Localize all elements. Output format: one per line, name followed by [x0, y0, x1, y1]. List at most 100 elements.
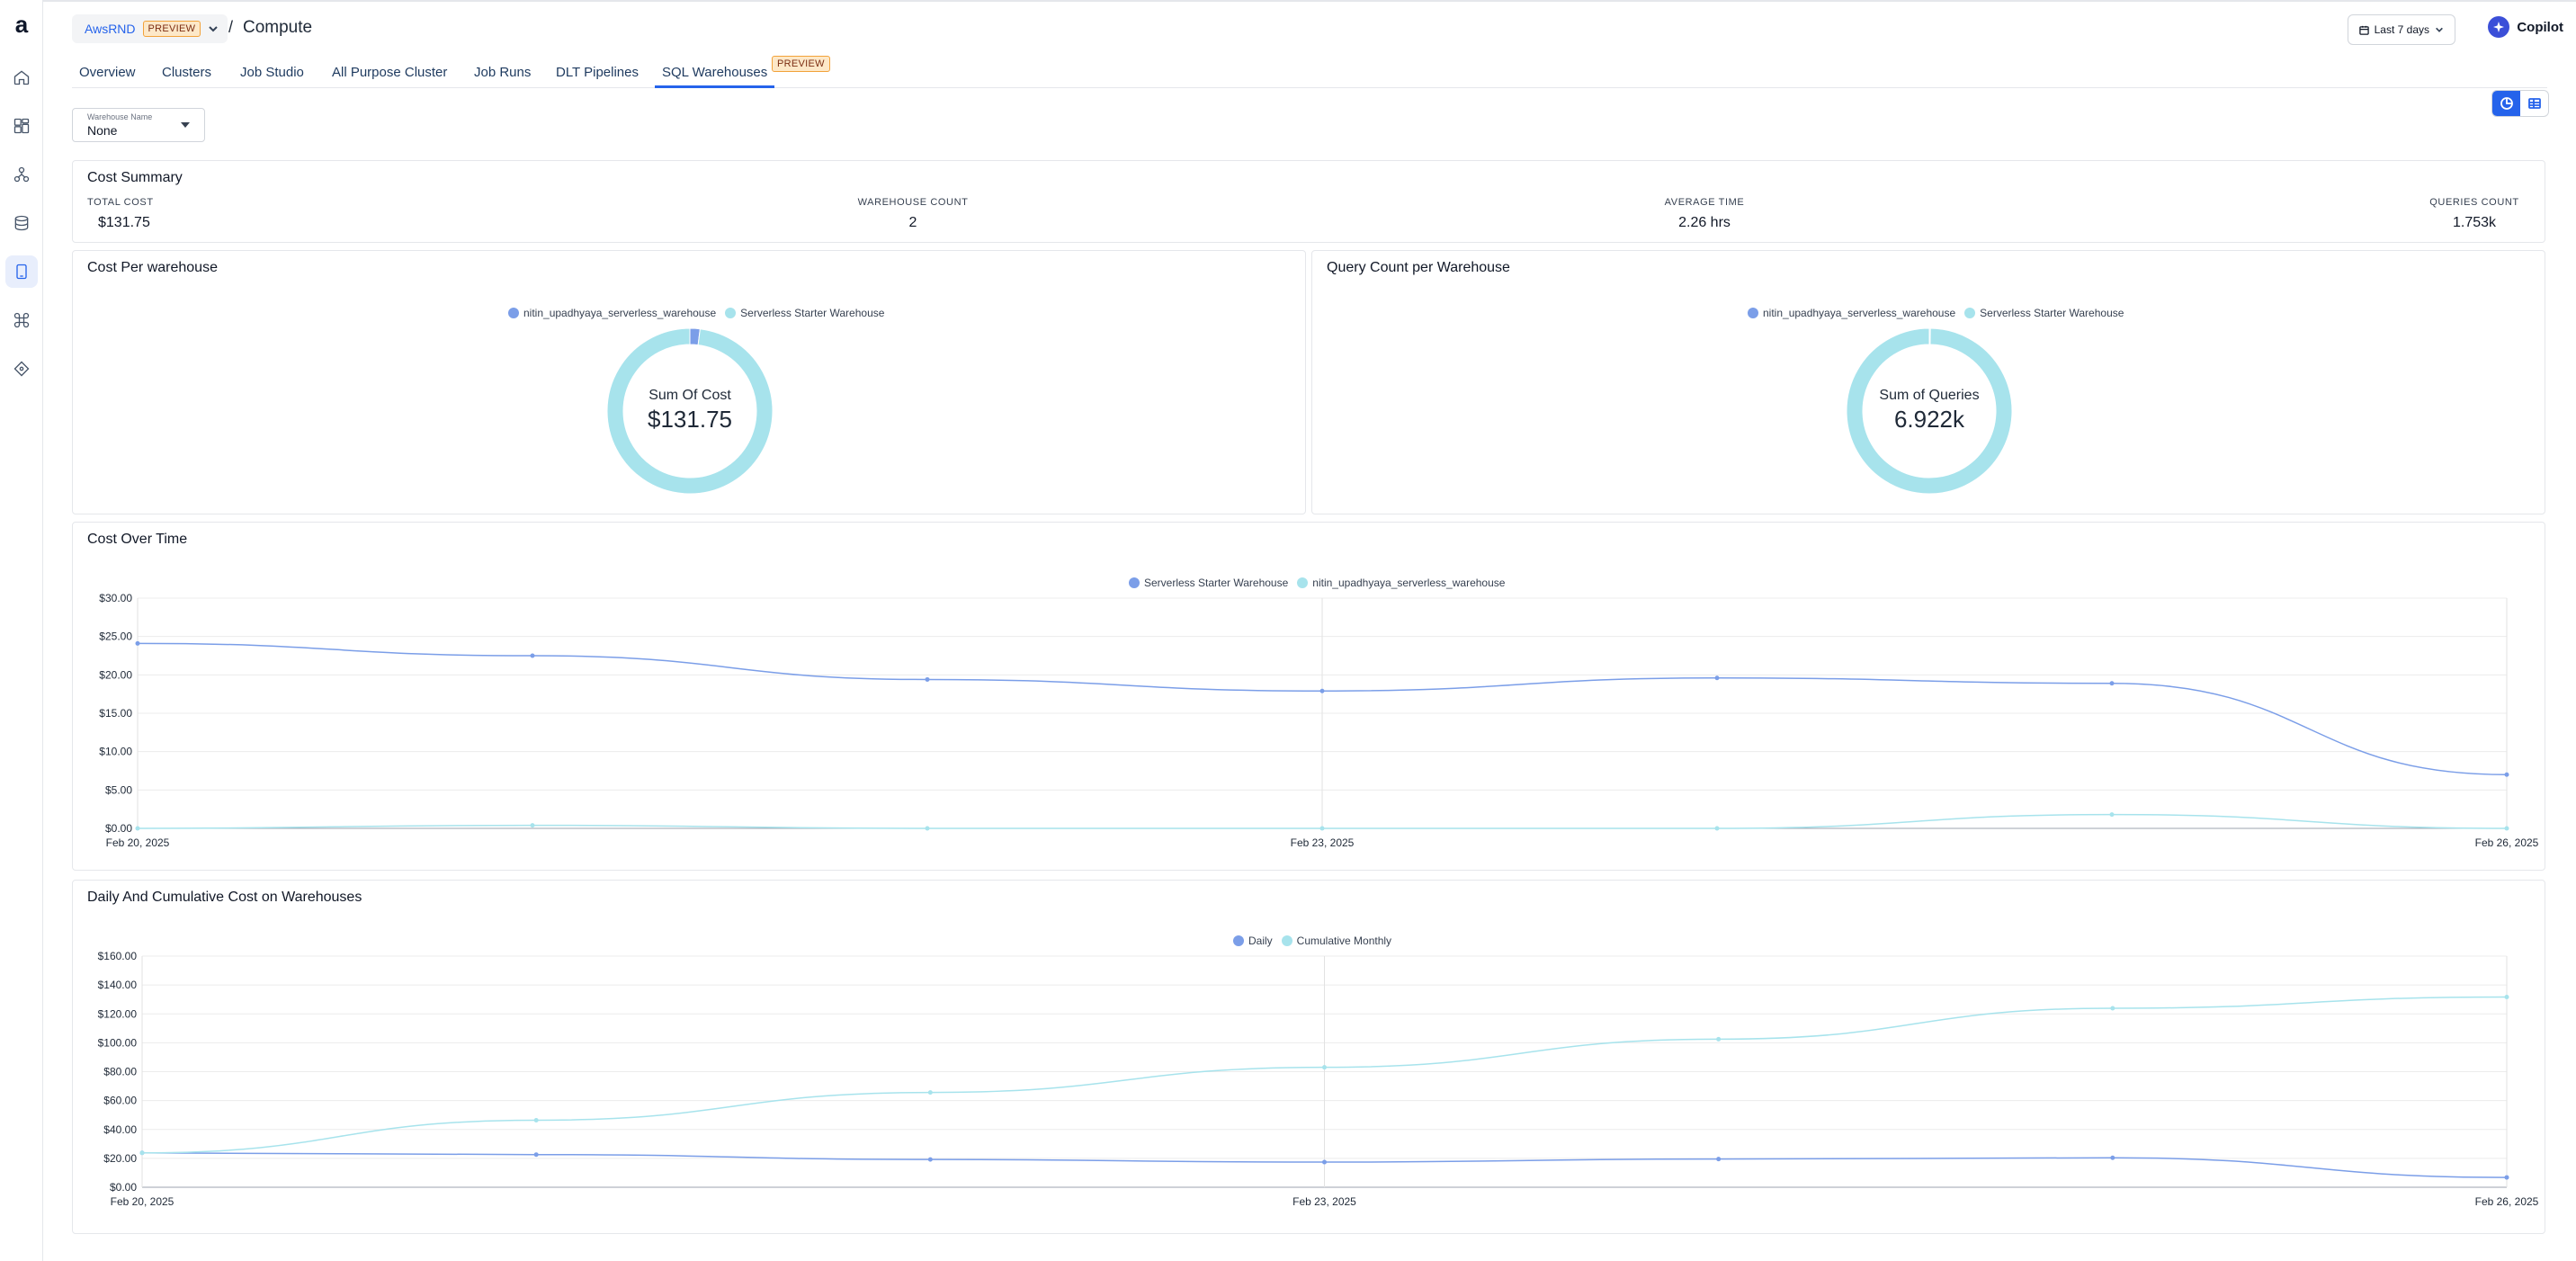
- x-tick-label: Feb 23, 2025: [1291, 836, 1355, 849]
- database-icon[interactable]: [5, 207, 38, 239]
- warehouse-count-label: WAREHOUSE COUNT: [857, 197, 969, 208]
- hierarchy-icon[interactable]: [5, 158, 38, 191]
- breadcrumb-separator: /: [228, 18, 234, 36]
- y-tick-label: $30.00: [99, 592, 132, 604]
- data-point: [1319, 826, 1325, 831]
- caret-down-icon: [181, 122, 190, 128]
- data-point: [2110, 1006, 2115, 1011]
- table-icon: [2527, 98, 2541, 109]
- total-cost-label: TOTAL COST: [87, 197, 154, 208]
- x-tick-label: Feb 20, 2025: [106, 836, 170, 849]
- cost-over-time-chart: $0.00 $5.00 $10.00 $15.00 $20.00 $25.00 $30.00…: [99, 592, 2539, 849]
- copilot-label: Copilot: [2517, 19, 2563, 35]
- data-point: [1714, 675, 1720, 681]
- data-point: [135, 826, 140, 831]
- daily-cumulative-panel: Daily And Cumulative Cost on Warehouses …: [72, 880, 2545, 1234]
- copilot-icon: [2488, 16, 2510, 38]
- data-point: [139, 1150, 145, 1156]
- x-tick-label: Feb 26, 2025: [2475, 836, 2539, 849]
- y-tick-label: $20.00: [99, 668, 132, 681]
- data-point: [1716, 1157, 1722, 1162]
- app-logo[interactable]: a: [11, 13, 32, 36]
- y-tick-label: $20.00: [103, 1152, 137, 1165]
- donut-center-value: $131.75: [648, 406, 732, 433]
- cost-summary-title: Cost Summary: [87, 170, 183, 185]
- y-tick-label: $100.00: [98, 1036, 138, 1049]
- donut-center-label: Sum Of Cost: [648, 388, 731, 403]
- data-point: [1322, 1065, 1327, 1070]
- data-point: [1322, 1159, 1327, 1165]
- data-point: [533, 1152, 539, 1158]
- y-tick-label: $15.00: [99, 707, 132, 720]
- cost-per-warehouse-donut: [606, 327, 774, 495]
- y-tick-label: $80.00: [103, 1066, 137, 1078]
- donut-center-label: Sum of Queries: [1879, 388, 1980, 403]
- data-point: [530, 823, 535, 828]
- data-point: [2109, 812, 2115, 818]
- tab-all-purpose-cluster[interactable]: All Purpose Cluster: [325, 65, 454, 88]
- workspace-preview-badge: PREVIEW: [142, 21, 201, 37]
- workspace-selector[interactable]: AwsRND PREVIEW: [72, 14, 228, 43]
- queries-count-label: QUERIES COUNT: [2429, 197, 2519, 208]
- tab-clusters[interactable]: Clusters: [155, 65, 219, 88]
- integrations-icon[interactable]: [5, 304, 38, 336]
- x-tick-label: Feb 20, 2025: [111, 1195, 174, 1208]
- data-point: [2109, 681, 2115, 686]
- y-tick-label: $10.00: [99, 746, 132, 758]
- average-time-value: 2.26 hrs: [1678, 215, 1731, 230]
- cost-over-time-panel: Cost Over Time Serverless Starter Wareho…: [72, 522, 2545, 871]
- page-title: Compute: [243, 18, 313, 37]
- query-count-panel: Query Count per Warehouse nitin_upadhyay…: [1311, 250, 2545, 514]
- data-point: [2504, 826, 2509, 831]
- home-icon[interactable]: [5, 61, 38, 94]
- data-point: [1319, 688, 1325, 693]
- query-count-donut: [1846, 327, 2013, 495]
- date-range-label: Last 7 days: [2374, 23, 2429, 36]
- chart-view-button[interactable]: [2492, 91, 2520, 116]
- data-point: [2504, 772, 2509, 777]
- warehouse-name-label: Warehouse Name: [87, 112, 153, 121]
- tab-job-runs[interactable]: Job Runs: [467, 65, 538, 88]
- data-point: [925, 826, 930, 831]
- dashboard-icon[interactable]: [5, 110, 38, 142]
- tag-icon[interactable]: [5, 353, 38, 385]
- tab-job-studio[interactable]: Job Studio: [233, 65, 311, 88]
- y-tick-label: $0.00: [110, 1181, 137, 1194]
- donut-center: Sum of Queries 6.922k: [1848, 388, 2010, 434]
- table-view-button[interactable]: [2520, 91, 2548, 116]
- y-tick-label: $140.00: [98, 979, 138, 991]
- y-tick-label: $160.00: [98, 950, 138, 962]
- donut-center-value: 6.922k: [1893, 406, 1965, 433]
- x-tick-label: Feb 26, 2025: [2475, 1195, 2539, 1208]
- compute-icon[interactable]: [5, 255, 38, 288]
- warehouse-count-value: 2: [908, 215, 917, 230]
- tab-bar: Overview Clusters Job Studio All Purpose…: [72, 54, 2547, 88]
- calendar-icon: [2358, 25, 2369, 35]
- view-toggle: [2491, 90, 2549, 117]
- tab-overview[interactable]: Overview: [72, 65, 143, 88]
- date-range-selector[interactable]: Last 7 days: [2347, 14, 2455, 45]
- warehouse-name-value: None: [87, 123, 118, 138]
- top-bar: AwsRND PREVIEW / Compute Last 7 days Cop…: [43, 0, 2576, 56]
- average-time-stat: AVERAGE TIME 2.26 hrs: [1641, 197, 1767, 231]
- cost-per-warehouse-panel: Cost Per warehouse nitin_upadhyaya_serve…: [72, 250, 1306, 514]
- chevron-down-icon: [2436, 27, 2443, 32]
- warehouse-name-select[interactable]: Warehouse Name None: [72, 108, 205, 142]
- daily-cumulative-chart: $0.00 $20.00 $40.00 $60.00 $80.00 $100.00 $120…: [98, 950, 2539, 1208]
- average-time-label: AVERAGE TIME: [1664, 197, 1745, 208]
- data-point: [2504, 1175, 2509, 1180]
- total-cost-stat: TOTAL COST $131.75: [87, 197, 154, 231]
- data-point: [530, 653, 535, 658]
- copilot-button[interactable]: Copilot: [2488, 16, 2563, 38]
- warehouse-count-stat: WAREHOUSE COUNT 2: [850, 197, 976, 231]
- pie-chart-icon: [2500, 97, 2513, 110]
- tab-dlt-pipelines[interactable]: DLT Pipelines: [549, 65, 646, 88]
- data-point: [1714, 826, 1720, 831]
- y-tick-label: $120.00: [98, 1007, 138, 1020]
- tab-sql-warehouses[interactable]: SQL Warehouses: [655, 65, 775, 88]
- data-point: [925, 676, 930, 682]
- cost-summary-panel: Cost Summary TOTAL COST $131.75 WAREHOUS…: [72, 160, 2545, 243]
- data-point: [135, 640, 140, 646]
- sidebar: a: [0, 0, 43, 1261]
- data-point: [927, 1157, 933, 1162]
